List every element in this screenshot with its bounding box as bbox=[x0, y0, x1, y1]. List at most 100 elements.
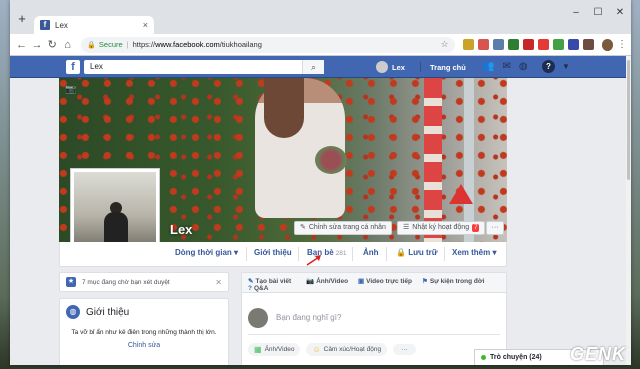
tab-close-icon[interactable]: × bbox=[143, 20, 148, 30]
scrollbar[interactable] bbox=[626, 56, 631, 365]
question-icon: ? bbox=[248, 285, 252, 292]
extension-icon[interactable] bbox=[522, 39, 534, 50]
pending-review-card[interactable]: ★ 7 mục đang chờ bạn xét duyệt ✕ bbox=[59, 272, 229, 292]
cover-photo-detail bbox=[315, 146, 347, 174]
close-icon[interactable]: ✕ bbox=[215, 278, 222, 287]
tab-life-event[interactable]: ⚑ Sự kiện trong đời bbox=[422, 277, 484, 285]
tab-qa[interactable]: ? Q&A bbox=[248, 285, 268, 292]
extension-icon[interactable] bbox=[507, 39, 519, 50]
chrome-profile-avatar[interactable] bbox=[601, 38, 613, 51]
edit-bio-link[interactable]: Chỉnh sửa bbox=[66, 342, 222, 349]
edit-profile-button[interactable]: ✎ Chỉnh sửa trang cá nhân bbox=[294, 221, 392, 235]
avatar bbox=[248, 307, 268, 328]
home-icon[interactable]: ⌂ bbox=[60, 37, 75, 53]
search-icon[interactable]: ⌕ bbox=[302, 60, 324, 74]
watermark: GENK bbox=[569, 344, 626, 364]
photo-icon: ▦ bbox=[254, 345, 262, 354]
page-viewport: f Lex ⌕ Lex Trang chủ 👥 ✉ ◍ ? ▼ 📷 Lex ✎ … bbox=[10, 56, 626, 365]
tab-qa-label: Q&A bbox=[253, 285, 269, 292]
help-icon[interactable]: ? bbox=[542, 60, 555, 73]
cover-photo-detail bbox=[424, 78, 442, 242]
notification-icons: 👥 ✉ ◍ bbox=[482, 61, 536, 72]
camera-icon[interactable]: 📷 bbox=[65, 84, 76, 95]
scrollbar-thumb[interactable] bbox=[627, 60, 630, 180]
extension-icon[interactable] bbox=[567, 39, 579, 50]
star-icon: ★ bbox=[66, 277, 76, 287]
camera-icon: 📷 bbox=[306, 278, 315, 285]
red-arrow-annotation-icon bbox=[306, 255, 321, 266]
extension-icon[interactable] bbox=[492, 39, 504, 50]
minimize-button[interactable]: – bbox=[565, 6, 587, 20]
composer-body[interactable]: Bạn đang nghĩ gì? bbox=[248, 301, 500, 335]
composer-actions: ▦ Ảnh/Video ☺ Cảm xúc/Hoạt động ··· bbox=[248, 343, 500, 356]
address-bar[interactable]: 🔒 Secure | https://www.facebook.com/tiuk… bbox=[81, 36, 455, 53]
pencil-icon: ✎ bbox=[300, 224, 306, 231]
pencil-icon: ✎ bbox=[248, 278, 254, 285]
list-icon: ☰ bbox=[403, 224, 410, 231]
extension-icon[interactable] bbox=[582, 39, 594, 50]
search-input[interactable]: Lex bbox=[84, 60, 324, 74]
activity-log-button[interactable]: ☰ Nhật ký hoạt động 7 bbox=[397, 221, 486, 235]
url-separator: | bbox=[126, 40, 129, 49]
url-scheme: https:// bbox=[132, 40, 156, 49]
desktop-background-right bbox=[630, 0, 640, 369]
flag-icon: ⚑ bbox=[422, 278, 428, 285]
tab-photo-video[interactable]: 📷 Ảnh/Video bbox=[306, 277, 348, 285]
new-tab-icon[interactable]: + bbox=[16, 12, 28, 25]
facebook-favicon-icon: f bbox=[40, 20, 50, 30]
tab-more[interactable]: Xem thêm ▾ bbox=[452, 248, 496, 257]
browser-tab[interactable]: f Lex × bbox=[34, 16, 154, 34]
intro-header: ◍ Giới thiệu bbox=[66, 305, 222, 319]
tab-about[interactable]: Giới thiệu bbox=[254, 248, 292, 257]
chrome-menu-icon[interactable]: ⋮ bbox=[617, 39, 627, 50]
close-window-button[interactable]: ✕ bbox=[609, 6, 631, 20]
home-link[interactable]: Trang chủ bbox=[430, 63, 466, 72]
account-menu-caret-icon[interactable]: ▼ bbox=[562, 62, 570, 71]
intro-card: ◍ Giới thiệu Ta vỡ bỉ ẩn như kẻ điên tro… bbox=[59, 298, 229, 365]
globe-icon: ◍ bbox=[66, 305, 80, 319]
browser-window: + f Lex × – ☐ ✕ ← → ↻ ⌂ 🔒 Secure | https… bbox=[10, 0, 631, 365]
tab-timeline[interactable]: Dòng thời gian ▾ bbox=[175, 248, 238, 257]
tab-create-post[interactable]: ✎ Tạo bài viết bbox=[248, 277, 291, 285]
friend-requests-icon[interactable]: 👥 bbox=[482, 61, 494, 72]
extension-icon[interactable] bbox=[477, 39, 489, 50]
tab-create-post-label: Tạo bài viết bbox=[255, 278, 292, 285]
feeling-activity-button[interactable]: ☺ Cảm xúc/Hoạt động bbox=[306, 343, 388, 356]
profile-shortcut[interactable]: Lex bbox=[376, 61, 405, 73]
tab-archive[interactable]: 🔒 Lưu trữ bbox=[396, 248, 438, 257]
messenger-icon[interactable]: ✉ bbox=[502, 61, 510, 72]
edit-profile-label: Chỉnh sửa trang cá nhân bbox=[308, 224, 386, 231]
photo-video-button[interactable]: ▦ Ảnh/Video bbox=[248, 343, 301, 356]
forward-arrow-icon[interactable]: → bbox=[29, 37, 44, 53]
video-icon: ▣ bbox=[358, 278, 365, 285]
maximize-button[interactable]: ☐ bbox=[587, 6, 609, 20]
tab-photos[interactable]: Ảnh bbox=[363, 248, 379, 257]
notifications-globe-icon[interactable]: ◍ bbox=[519, 61, 528, 72]
extension-icon[interactable] bbox=[552, 39, 564, 50]
back-arrow-icon[interactable]: ← bbox=[14, 37, 29, 53]
lock-icon: 🔒 bbox=[396, 248, 406, 257]
divider bbox=[246, 247, 247, 261]
tab-more-label: Xem thêm bbox=[452, 248, 491, 257]
more-actions-button[interactable]: ··· bbox=[393, 344, 416, 355]
photo-video-label: Ảnh/Video bbox=[264, 346, 295, 353]
desktop-background-left bbox=[0, 0, 10, 369]
url-host: www.facebook.com bbox=[155, 40, 220, 49]
extension-icon[interactable] bbox=[462, 39, 474, 50]
more-options-button[interactable]: ··· bbox=[486, 221, 504, 235]
composer-placeholder[interactable]: Bạn đang nghĩ gì? bbox=[276, 313, 341, 322]
divider bbox=[298, 247, 299, 261]
bookmark-star-icon[interactable]: ☆ bbox=[440, 39, 448, 50]
extension-icon[interactable] bbox=[537, 39, 549, 50]
lock-icon: 🔒 bbox=[87, 41, 96, 49]
intro-title: Giới thiệu bbox=[86, 306, 130, 318]
extension-icons bbox=[459, 39, 594, 50]
browser-toolbar: ← → ↻ ⌂ 🔒 Secure | https://www.facebook.… bbox=[10, 34, 631, 56]
activity-log-label: Nhật ký hoạt động bbox=[412, 224, 470, 231]
facebook-logo-icon[interactable]: f bbox=[66, 60, 80, 74]
online-status-icon bbox=[481, 355, 486, 360]
tab-live-video[interactable]: ▣ Video trực tiếp bbox=[358, 277, 412, 285]
tab-timeline-label: Dòng thời gian bbox=[175, 248, 232, 257]
reload-icon[interactable]: ↻ bbox=[45, 37, 60, 53]
profile-name[interactable]: Lex bbox=[170, 222, 192, 237]
